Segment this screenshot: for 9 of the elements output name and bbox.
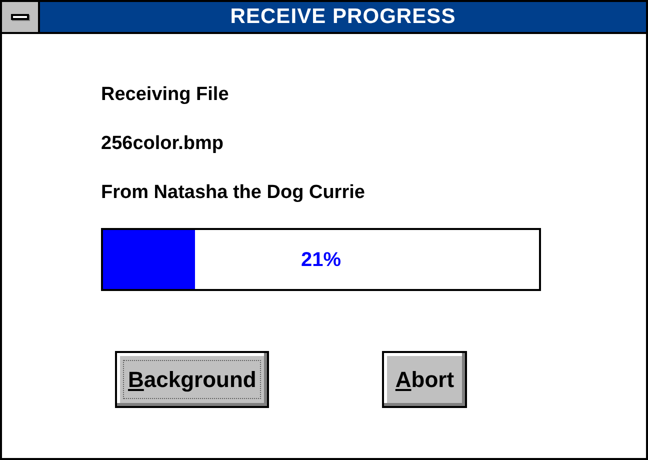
label-text: From Natasha the Dog Currie: [101, 182, 366, 204]
label-text: 256color.bmp: [101, 133, 224, 155]
window-title: RECEIVE PROGRESS: [230, 4, 456, 30]
dialog-button[interactable]: Abort: [382, 351, 468, 408]
label-text: Receiving File: [101, 84, 230, 106]
minus-icon: [11, 14, 29, 20]
dialog-button[interactable]: Background: [115, 351, 270, 408]
progress-percent: 21%: [300, 248, 342, 272]
system-menu-button[interactable]: [2, 2, 40, 32]
